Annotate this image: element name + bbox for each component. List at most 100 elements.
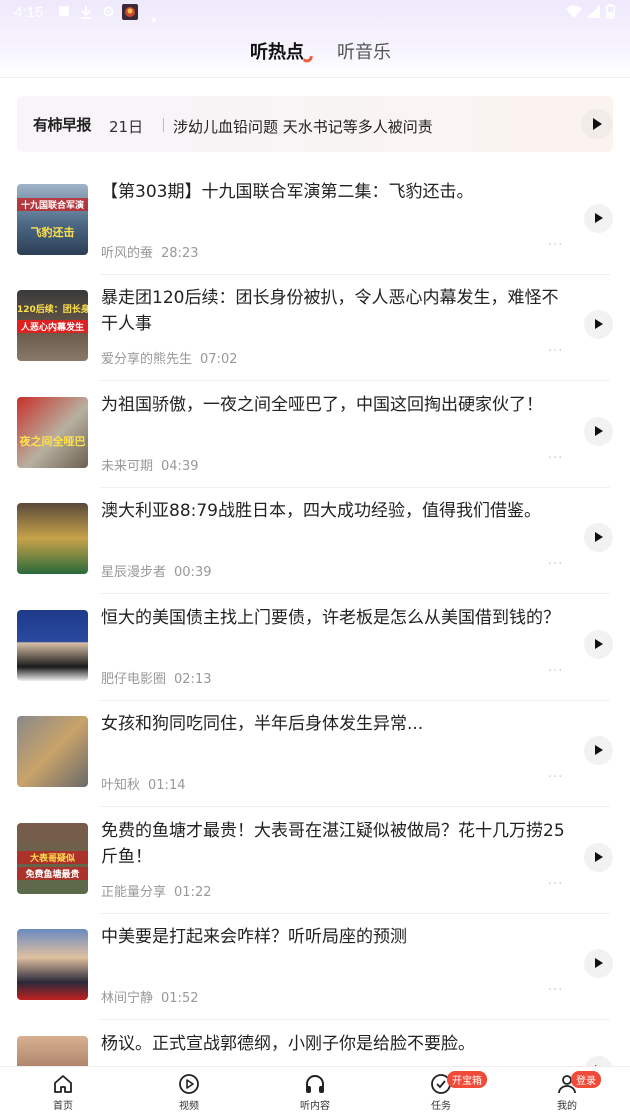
brief-play-button[interactable] <box>581 109 613 139</box>
item-meta: 肥仔电影圈 02:13 <box>101 668 211 687</box>
item-title: 中美要是打起来会咋样？听听局座的预测 <box>101 927 407 947</box>
play-icon <box>593 118 602 130</box>
list-item[interactable]: 十九国联合军演 飞豹还击 【第303期】十九国联合军演第二集：飞豹还击。 听风的… <box>0 168 630 275</box>
item-meta: 正能量分享 01:22 <box>101 881 211 900</box>
list-item[interactable]: 女孩和狗同吃同住，半年后身体发生异常... 叶知秋 01:14 ··· <box>0 700 630 807</box>
more-options-icon[interactable]: ··· <box>548 238 563 253</box>
notification-square-icon <box>58 5 70 21</box>
play-icon <box>595 852 603 862</box>
brief-headline: 涉幼儿血铅问题 天水书记等多人被问责 <box>173 118 433 136</box>
list-item[interactable]: 夜之间全哑巴 为祖国骄傲，一夜之间全哑巴了，中国这回掏出硬家伙了！ 未来可期 04… <box>0 381 630 488</box>
play-icon <box>595 426 603 436</box>
thumbnail-caption: 十九国联合军演 <box>17 198 88 211</box>
nav-video[interactable]: 视频 <box>159 1073 219 1112</box>
nav-tasks[interactable]: 任务 开宝箱 <box>411 1071 487 1112</box>
item-title: 杨议。正式宣战郭德纲，小刚子你是给脸不要脸。 <box>101 1034 475 1054</box>
item-thumbnail <box>17 929 88 1000</box>
more-options-icon[interactable]: ··· <box>548 557 563 572</box>
item-title: 【第303期】十九国联合军演第二集：飞豹还击。 <box>101 182 474 202</box>
list-item[interactable]: 恒大的美国债主找上门要债，许老板是怎么从美国借到钱的？ 肥仔电影圈 02:13 ·… <box>0 594 630 701</box>
item-author: 林间宁静 <box>101 991 154 1006</box>
nav-listen[interactable]: 听内容 <box>285 1073 345 1112</box>
login-badge: 登录 <box>571 1071 601 1088</box>
play-button[interactable] <box>584 949 613 978</box>
play-button[interactable] <box>584 310 613 339</box>
headphones-icon <box>306 1075 324 1093</box>
play-button[interactable] <box>584 417 613 446</box>
download-icon <box>80 5 92 23</box>
tab-hot-topics[interactable]: 听热点 <box>250 38 304 64</box>
item-duration: 01:14 <box>148 778 186 793</box>
more-options-icon[interactable]: ··· <box>548 451 563 466</box>
list-item[interactable]: 大表哥疑似 免费鱼塘最贵 免费的鱼塘才最贵！大表哥在湛江疑似被做局？花十几万捞2… <box>0 807 630 914</box>
item-author: 未来可期 <box>101 459 154 474</box>
play-icon <box>595 213 603 223</box>
item-meta: 林间宁静 01:52 <box>101 987 198 1006</box>
play-button[interactable] <box>584 523 613 552</box>
play-icon <box>595 319 603 329</box>
item-thumbnail <box>17 503 88 574</box>
item-title: 澳大利亚88:79战胜日本，四大成功经验，值得我们借鉴。 <box>101 501 541 521</box>
play-button[interactable] <box>584 630 613 659</box>
item-thumbnail <box>17 716 88 787</box>
brief-divider <box>163 118 164 132</box>
more-options-icon[interactable]: ··· <box>548 664 563 679</box>
item-duration: 01:52 <box>161 991 199 1006</box>
item-thumbnail: 大表哥疑似 免费鱼塘最贵 <box>17 823 88 894</box>
item-meta: 星辰漫步者 00:39 <box>101 561 211 580</box>
play-icon <box>595 745 603 755</box>
item-duration: 00:39 <box>174 565 212 580</box>
list-item[interactable]: 中美要是打起来会咋样？听听局座的预测 林间宁静 01:52 ··· <box>0 913 630 1020</box>
play-icon <box>595 532 603 542</box>
top-tabs: 听热点 听音乐 <box>0 38 630 68</box>
brief-date: 21日 <box>109 118 144 136</box>
nav-home[interactable]: 首页 <box>33 1073 93 1112</box>
play-icon <box>595 639 603 649</box>
item-title: 暴走团120后续：团长身份被扒，令人恶心内幕发生，难怪不干人事 <box>101 288 559 334</box>
nav-label: 视频 <box>179 1101 199 1112</box>
item-title: 恒大的美国债主找上门要债，许老板是怎么从美国借到钱的？ <box>101 608 560 628</box>
play-button[interactable] <box>584 736 613 765</box>
morning-brief-banner[interactable]: 有柿早报 21日 涉幼儿血铅问题 天水书记等多人被问责 <box>17 96 613 152</box>
play-circle-icon <box>179 1074 199 1094</box>
item-author: 肥仔电影圈 <box>101 672 167 687</box>
nav-label: 听内容 <box>300 1101 330 1112</box>
status-bar: 4:15 <box>0 0 630 26</box>
item-thumbnail: 十九国联合军演 飞豹还击 <box>17 184 88 255</box>
more-options-icon[interactable]: ··· <box>548 770 563 785</box>
item-meta: 未来可期 04:39 <box>101 455 198 474</box>
wifi-icon <box>566 5 582 22</box>
dot-icon <box>152 10 156 26</box>
item-author: 星辰漫步者 <box>101 565 167 580</box>
item-author: 爱分享的熊先生 <box>101 352 193 367</box>
nav-profile[interactable]: 我的 登录 <box>537 1071 601 1112</box>
more-options-icon[interactable]: ··· <box>548 877 563 892</box>
thumbnail-caption: 大表哥疑似 <box>17 851 88 864</box>
thumbnail-caption: 免费鱼塘最贵 <box>17 867 88 880</box>
nav-label: 任务 <box>431 1101 451 1112</box>
list-item[interactable]: 澳大利亚88:79战胜日本，四大成功经验，值得我们借鉴。 星辰漫步者 00:39 … <box>0 487 630 594</box>
item-thumbnail: 120后续：团长身 人恶心内幕发生 <box>17 290 88 361</box>
more-options-icon[interactable]: ··· <box>548 344 563 359</box>
more-options-icon[interactable]: ··· <box>548 983 563 998</box>
nav-label: 我的 <box>557 1101 577 1112</box>
item-title: 免费的鱼塘才最贵！大表哥在湛江疑似被做局？花十几万捞25斤鱼！ <box>101 821 565 867</box>
battery-icon <box>606 4 615 23</box>
item-thumbnail <box>17 610 88 681</box>
home-icon <box>54 1075 72 1093</box>
item-thumbnail: 夜之间全哑巴 <box>17 397 88 468</box>
tab-music[interactable]: 听音乐 <box>337 38 391 64</box>
item-title: 女孩和狗同吃同住，半年后身体发生异常... <box>101 714 424 734</box>
item-duration: 28:23 <box>161 246 199 261</box>
item-meta: 爱分享的熊先生 07:02 <box>101 348 237 367</box>
item-duration: 02:13 <box>174 672 212 687</box>
brief-logo: 有柿早报 <box>33 116 92 134</box>
play-button[interactable] <box>584 204 613 233</box>
item-meta: 叶知秋 01:14 <box>101 774 185 793</box>
list-item[interactable]: 120后续：团长身 人恶心内幕发生 暴走团120后续：团长身份被扒，令人恶心内幕… <box>0 274 630 381</box>
treasure-badge: 开宝箱 <box>447 1071 487 1088</box>
item-duration: 07:02 <box>200 352 238 367</box>
item-title: 为祖国骄傲，一夜之间全哑巴了，中国这回掏出硬家伙了！ <box>101 395 543 415</box>
play-button[interactable] <box>584 843 613 872</box>
item-duration: 04:39 <box>161 459 199 474</box>
